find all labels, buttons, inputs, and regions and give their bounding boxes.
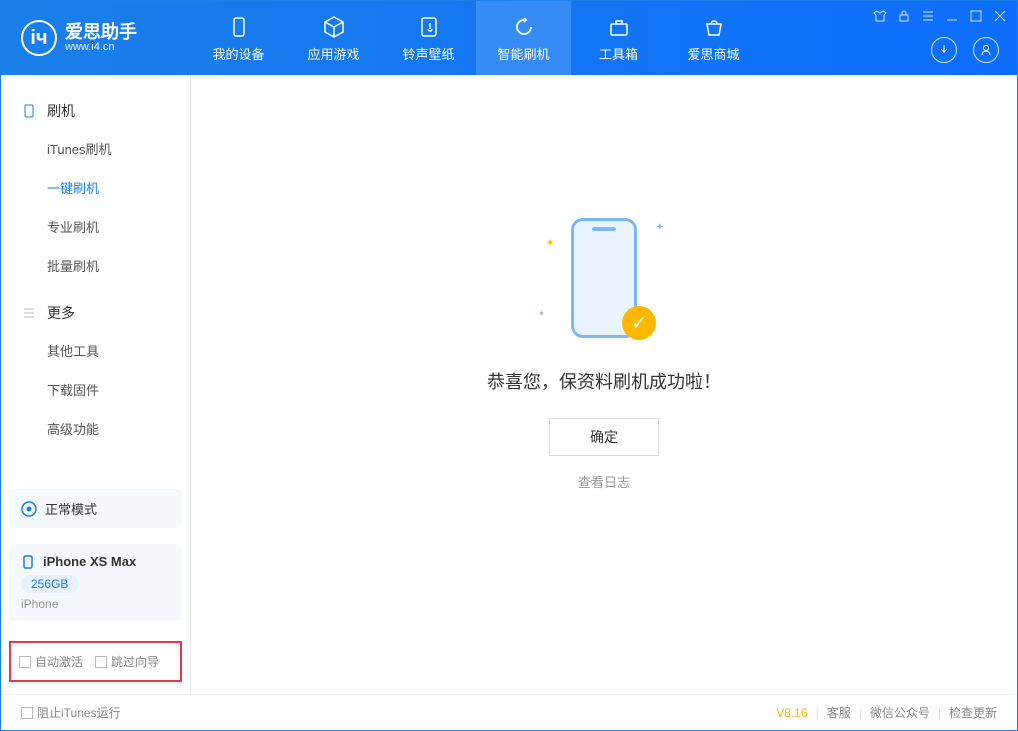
checkbox-label: 自动激活 — [35, 653, 83, 670]
checkbox-icon — [21, 707, 33, 719]
sidebar-item-tools[interactable]: 其他工具 — [1, 331, 190, 370]
list-icon — [21, 306, 37, 320]
nav-tabs: 我的设备 应用游戏 铃声壁纸 智能刷机 工具箱 爱思商城 — [191, 1, 761, 75]
sidebar-item-pro[interactable]: 专业刷机 — [1, 207, 190, 246]
phone-icon — [21, 104, 37, 118]
section-title: 更多 — [47, 303, 75, 323]
device-type: iPhone — [21, 597, 170, 611]
checkbox-label: 阻止iTunes运行 — [37, 704, 121, 721]
ok-button[interactable]: 确定 — [549, 418, 659, 456]
download-icon[interactable] — [931, 37, 957, 63]
version-label: V8.16 — [776, 706, 807, 720]
app-name: 爱思助手 — [65, 23, 137, 41]
logo-area: iч 爱思助手 www.i4.cn — [1, 20, 191, 56]
minimize-icon[interactable] — [945, 9, 959, 23]
sidebar-section-more: 更多 — [1, 295, 190, 331]
support-link[interactable]: 客服 — [827, 704, 851, 721]
mode-box[interactable]: 正常模式 — [9, 489, 182, 528]
sidebar-item-firmware[interactable]: 下载固件 — [1, 370, 190, 409]
music-icon — [417, 14, 441, 40]
sidebar-item-oneclick[interactable]: 一键刷机 — [1, 168, 190, 207]
checkbox-icon — [95, 656, 107, 668]
mode-label: 正常模式 — [45, 499, 97, 518]
wechat-link[interactable]: 微信公众号 — [870, 704, 930, 721]
check-icon: ✓ — [622, 306, 656, 340]
nav-toolbox[interactable]: 工具箱 — [571, 1, 666, 75]
update-link[interactable]: 检查更新 — [949, 704, 997, 721]
sidebar-item-advanced[interactable]: 高级功能 — [1, 409, 190, 448]
refresh-icon — [512, 14, 536, 40]
nav-apps[interactable]: 应用游戏 — [286, 1, 381, 75]
success-message: 恭喜您，保资料刷机成功啦！ — [487, 368, 721, 394]
nav-label: 应用游戏 — [307, 44, 359, 63]
sidebar-section-flash: 刷机 — [1, 93, 190, 129]
sidebar: 刷机 iTunes刷机 一键刷机 专业刷机 批量刷机 更多 其他工具 下载固件 … — [1, 75, 191, 694]
nav-label: 爱思商城 — [687, 44, 739, 63]
section-title: 刷机 — [47, 101, 75, 121]
footer: 阻止iTunes运行 V8.16 | 客服 | 微信公众号 | 检查更新 — [1, 694, 1017, 730]
cube-icon — [322, 14, 346, 40]
nav-label: 智能刷机 — [497, 44, 549, 63]
device-box[interactable]: iPhone XS Max 256GB iPhone — [9, 544, 182, 621]
success-illustration: ✦ ✦ ✦ ✓ — [544, 218, 664, 348]
toolbox-icon — [607, 14, 631, 40]
app-url: www.i4.cn — [65, 41, 137, 53]
device-name: iPhone XS Max — [43, 554, 136, 569]
main-content: ✦ ✦ ✦ ✓ 恭喜您，保资料刷机成功啦！ 确定 查看日志 — [191, 75, 1017, 694]
nav-flash[interactable]: 智能刷机 — [476, 1, 571, 75]
checkbox-label: 跳过向导 — [111, 653, 159, 670]
device-icon — [227, 14, 251, 40]
header: iч 爱思助手 www.i4.cn 我的设备 应用游戏 铃声壁纸 智能刷机 工具… — [1, 1, 1017, 75]
nav-store[interactable]: 爱思商城 — [666, 1, 761, 75]
header-actions — [931, 37, 999, 63]
sidebar-item-itunes[interactable]: iTunes刷机 — [1, 129, 190, 168]
mode-icon — [21, 501, 37, 517]
checkbox-auto-activate[interactable]: 自动激活 — [19, 653, 83, 670]
nav-label: 铃声壁纸 — [402, 44, 454, 63]
device-phone-icon — [21, 555, 35, 569]
window-controls — [873, 9, 1007, 23]
shirt-icon[interactable] — [873, 9, 887, 23]
checkbox-icon — [19, 656, 31, 668]
menu-icon[interactable] — [921, 9, 935, 23]
maximize-icon[interactable] — [969, 9, 983, 23]
nav-label: 我的设备 — [212, 44, 264, 63]
checkbox-block-itunes[interactable]: 阻止iTunes运行 — [21, 704, 121, 721]
view-log-link[interactable]: 查看日志 — [578, 472, 630, 491]
checkbox-skip-guide[interactable]: 跳过向导 — [95, 653, 159, 670]
user-icon[interactable] — [973, 37, 999, 63]
logo-icon: iч — [21, 20, 57, 56]
device-storage: 256GB — [21, 575, 78, 593]
lock-icon[interactable] — [897, 9, 911, 23]
store-icon — [702, 14, 726, 40]
close-icon[interactable] — [993, 9, 1007, 23]
option-box: 自动激活 跳过向导 — [9, 641, 182, 682]
nav-label: 工具箱 — [599, 44, 638, 63]
nav-my-device[interactable]: 我的设备 — [191, 1, 286, 75]
nav-ringtones[interactable]: 铃声壁纸 — [381, 1, 476, 75]
sidebar-item-batch[interactable]: 批量刷机 — [1, 246, 190, 285]
